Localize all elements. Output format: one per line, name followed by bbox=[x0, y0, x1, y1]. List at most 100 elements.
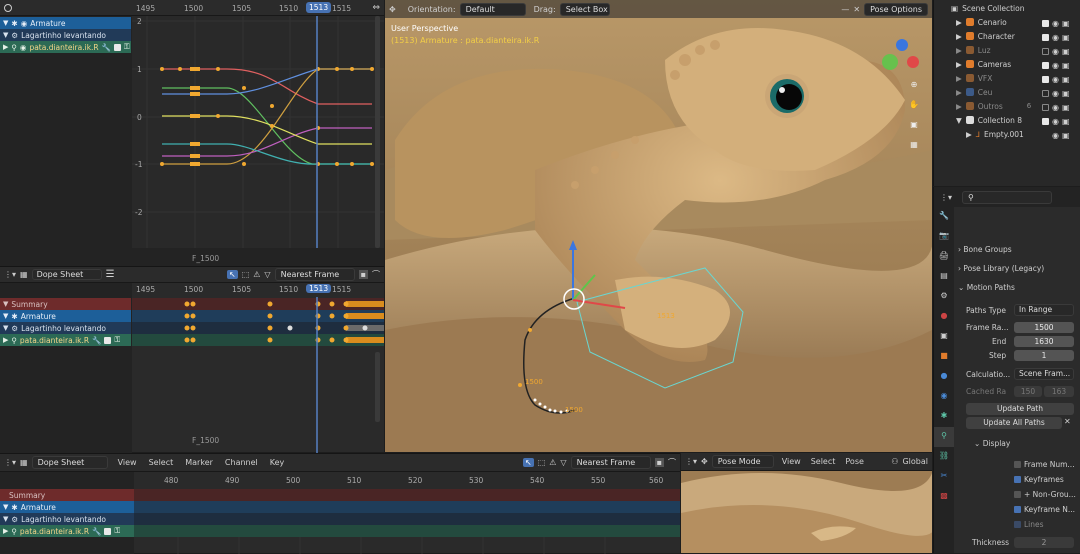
camera-icon[interactable]: ▣ bbox=[1062, 61, 1070, 70]
search-input[interactable]: ⚲ bbox=[962, 190, 1053, 204]
checkbox[interactable] bbox=[1042, 33, 1049, 41]
menu-view[interactable]: View bbox=[782, 457, 801, 466]
channel-summary[interactable]: Summary bbox=[0, 489, 134, 501]
mode-dropdown[interactable]: Dope Sheet bbox=[31, 269, 102, 280]
option-frame-numbers[interactable]: Frame Num... bbox=[1014, 460, 1075, 469]
checkbox[interactable] bbox=[1014, 521, 1021, 528]
constraint-icon[interactable]: ⛓ bbox=[934, 447, 954, 467]
eye-icon[interactable]: ◉ bbox=[1052, 89, 1059, 98]
dope-keyframe-area[interactable]: F_1500 bbox=[132, 297, 384, 453]
drag-dropdown[interactable]: Select Box bbox=[559, 2, 610, 16]
orientation-dropdown[interactable]: Default bbox=[459, 2, 526, 16]
checkbox[interactable] bbox=[1042, 47, 1049, 55]
camera-icon[interactable]: ▣ bbox=[1062, 131, 1070, 140]
channel-bone[interactable]: ▶ ⚲ pata.dianteira.ik.R 🔧 ⚿ bbox=[0, 334, 131, 346]
current-frame-badge[interactable]: 1513 bbox=[306, 2, 332, 13]
menu-select[interactable]: Select bbox=[149, 458, 174, 467]
eye-icon[interactable]: ◉ bbox=[1052, 47, 1059, 56]
proportional-icon[interactable]: ▪ bbox=[654, 458, 664, 467]
minimize-icon[interactable]: — bbox=[841, 5, 849, 14]
checkbox[interactable] bbox=[1042, 103, 1049, 111]
motion-paths-header[interactable]: ⌄ Motion Paths bbox=[958, 283, 1078, 297]
eye-icon[interactable]: ◉ bbox=[21, 19, 28, 28]
cursor-icon[interactable]: ↖ bbox=[522, 458, 534, 467]
editor-type-icon[interactable]: ⋮▾ bbox=[940, 193, 952, 202]
cursor-icon[interactable]: ↖ bbox=[226, 270, 238, 279]
filter-icon[interactable]: ▽ bbox=[560, 458, 566, 467]
texture-icon[interactable]: ▩ bbox=[934, 487, 954, 507]
view-layer-icon[interactable]: ▤ bbox=[934, 267, 954, 287]
modifier-icon[interactable]: ● bbox=[934, 367, 954, 387]
option-keyframes[interactable]: Keyframes bbox=[1014, 475, 1064, 484]
channel-summary[interactable]: ▼ Summary bbox=[0, 298, 131, 310]
eye-icon[interactable]: ◉ bbox=[1052, 103, 1059, 112]
channel-armature[interactable]: ▼ ✱ Armature bbox=[0, 310, 131, 322]
bone-groups-header[interactable]: › Bone Groups bbox=[958, 245, 1078, 259]
checkbox[interactable] bbox=[1042, 61, 1049, 69]
checkbox[interactable] bbox=[1042, 89, 1049, 97]
checkbox[interactable] bbox=[104, 336, 112, 344]
checkbox[interactable] bbox=[1014, 491, 1021, 498]
current-frame-badge[interactable]: 1513 bbox=[306, 284, 332, 293]
render-icon[interactable]: 📷 bbox=[934, 227, 954, 247]
graph-curves[interactable]: 2 1 0 -1 -2 F_1500 bbox=[132, 16, 384, 266]
menu-icon[interactable]: ☰ bbox=[106, 269, 115, 280]
menu-select[interactable]: Select bbox=[811, 457, 836, 466]
box-select-icon[interactable]: ⬚ bbox=[242, 270, 250, 279]
collection-icon[interactable]: ▣ bbox=[934, 327, 954, 347]
checkbox[interactable] bbox=[113, 43, 121, 51]
output-icon[interactable]: 🖨 bbox=[934, 247, 954, 267]
object-icon[interactable]: ■ bbox=[934, 347, 954, 367]
armature-icon[interactable]: ✱ bbox=[934, 407, 954, 427]
channel-bone[interactable]: ▶ ⚲ ◉ pata.dianteira.ik.R 🔧 ⚿ bbox=[0, 41, 131, 53]
eye-icon[interactable]: ◉ bbox=[1052, 61, 1059, 70]
camera-icon[interactable]: ▣ bbox=[1062, 47, 1070, 56]
frame-range-start-field[interactable]: 1500 bbox=[1014, 322, 1074, 333]
dope-sheet-mode-icon[interactable]: ▦ bbox=[20, 270, 28, 279]
transform-orientation-icon[interactable]: ⚇ bbox=[891, 457, 898, 466]
lock-icon[interactable]: ⚿ bbox=[114, 335, 120, 345]
tool-icon[interactable]: 🔧 bbox=[934, 207, 954, 227]
checkbox[interactable] bbox=[1042, 117, 1049, 125]
proportional-icon[interactable]: ▪ bbox=[358, 270, 368, 279]
world-icon[interactable]: ● bbox=[934, 307, 954, 327]
camera-icon[interactable]: ▣ bbox=[1062, 117, 1070, 126]
option-non-grouped[interactable]: + Non-Grou... bbox=[1014, 490, 1076, 499]
falloff-icon[interactable]: ⌒ bbox=[668, 457, 676, 468]
checkbox[interactable] bbox=[1014, 476, 1021, 483]
camera-icon[interactable]: ▣ bbox=[1062, 33, 1070, 42]
box-select-icon[interactable]: ⬚ bbox=[538, 458, 546, 467]
camera-icon[interactable]: ▣ bbox=[1062, 19, 1070, 28]
data-icon[interactable]: ✂ bbox=[934, 467, 954, 487]
option-lines[interactable]: Lines bbox=[1014, 520, 1044, 529]
channel-action[interactable]: ▼ ⚙ Lagartinho levantando bbox=[0, 513, 134, 525]
camera-icon[interactable]: ▣ bbox=[1062, 89, 1070, 98]
menu-key[interactable]: Key bbox=[270, 458, 285, 467]
eye-icon[interactable]: ◉ bbox=[1052, 19, 1059, 28]
pose-library-header[interactable]: › Pose Library (Legacy) bbox=[958, 264, 1078, 278]
pose-mode-icon[interactable]: ✥ bbox=[701, 457, 708, 466]
search-icon[interactable] bbox=[4, 3, 12, 12]
viewport-secondary[interactable]: ⋮▾ ✥ Pose Mode View Select Pose ⚇ Global bbox=[681, 453, 932, 553]
frame-range-end-field[interactable]: 1630 bbox=[1014, 336, 1074, 347]
channel-armature[interactable]: ▼ ✱ Armature bbox=[0, 501, 134, 513]
filter-icon[interactable]: ▽ bbox=[264, 270, 270, 279]
outliner-root[interactable]: ▣ Scene Collection bbox=[934, 1, 1064, 15]
calculation-dropdown[interactable]: Scene Fram... bbox=[1014, 368, 1074, 380]
checkbox[interactable] bbox=[1014, 506, 1021, 513]
editor-type-icon[interactable]: ⋮▾ bbox=[4, 458, 16, 467]
physics-icon[interactable]: ◉ bbox=[934, 387, 954, 407]
checkbox[interactable] bbox=[1042, 75, 1049, 83]
warning-icon[interactable]: ⚠ bbox=[549, 458, 556, 467]
dope-keyframe-area[interactable] bbox=[134, 488, 680, 554]
viewport-3d[interactable]: ✥ Orientation: Default Drag: Select Box … bbox=[385, 0, 932, 452]
wrench-icon[interactable]: 🔧 bbox=[102, 43, 111, 52]
channel-armature[interactable]: ▼ ✱ ◉ Armature bbox=[0, 17, 131, 29]
update-all-paths-button[interactable]: Update All Paths bbox=[966, 417, 1062, 429]
falloff-icon[interactable]: ⌒ bbox=[372, 269, 380, 280]
bone-icon[interactable]: ⚲ bbox=[934, 427, 954, 447]
option-keyframe-numbers[interactable]: Keyframe N... bbox=[1014, 505, 1075, 514]
mode-dropdown[interactable]: Pose Mode bbox=[711, 455, 774, 468]
hand-icon[interactable]: ✋ bbox=[905, 100, 923, 120]
step-field[interactable]: 1 bbox=[1014, 350, 1074, 361]
